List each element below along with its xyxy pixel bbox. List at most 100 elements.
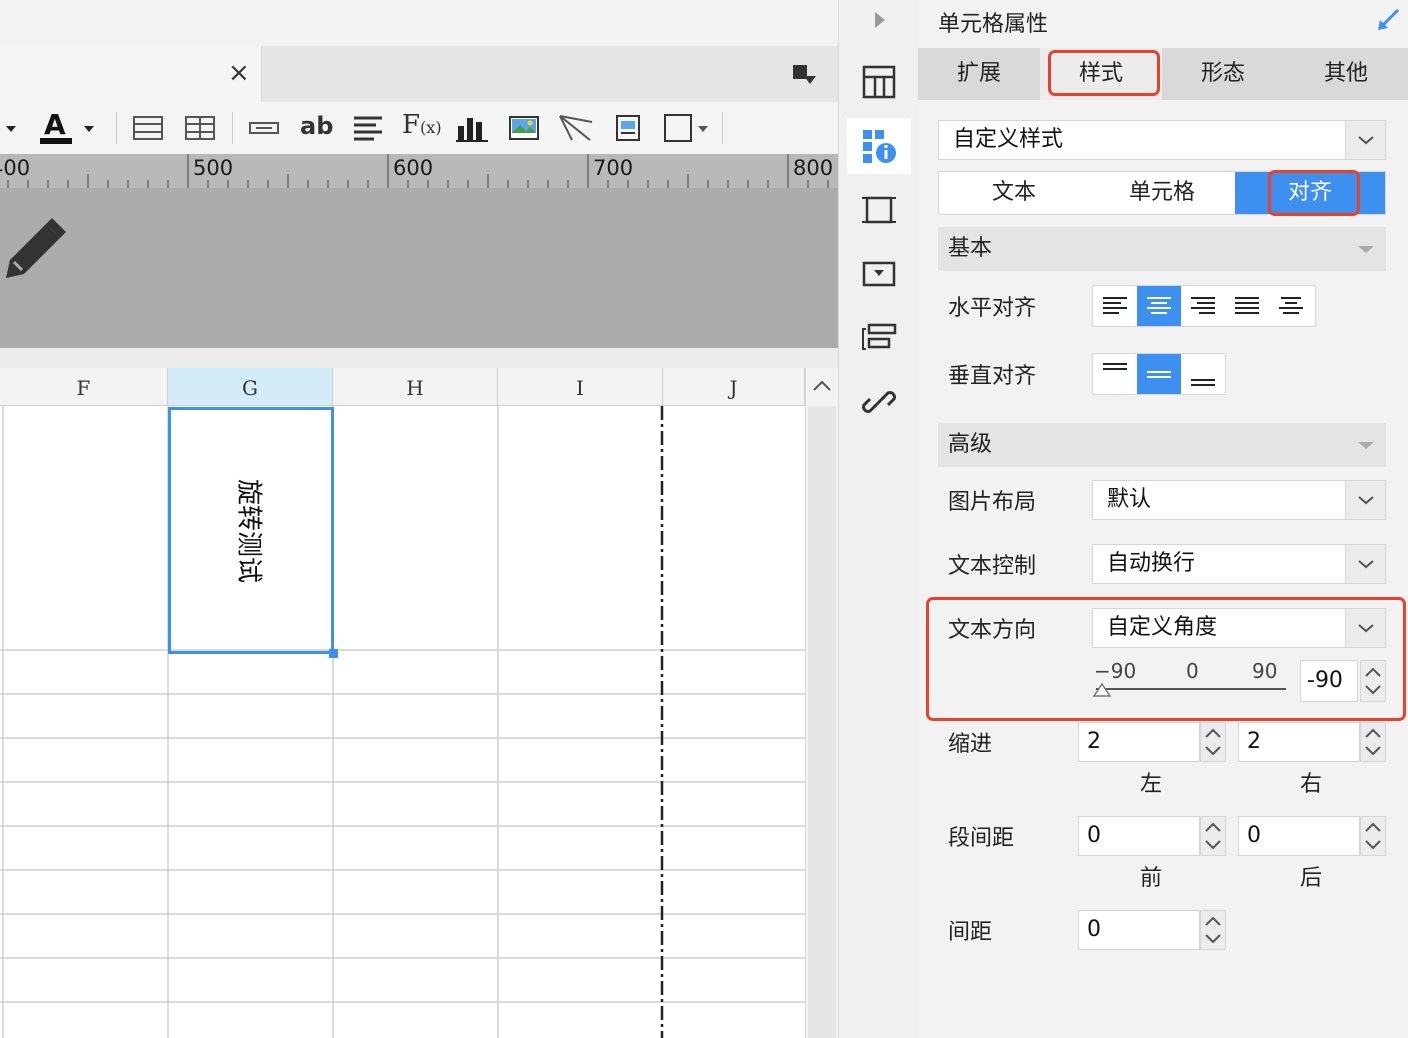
spacing-after-input[interactable]: 0: [1238, 816, 1360, 856]
section-advanced-title: 高级: [948, 432, 993, 457]
section-basic[interactable]: 基本: [938, 227, 1386, 271]
collapse-triangle-icon: [1358, 246, 1374, 253]
indent-left-value: 2: [1087, 729, 1101, 754]
close-tab-icon[interactable]: ×: [228, 58, 250, 88]
column-header-h[interactable]: H: [333, 368, 498, 406]
vertical-scrollbar[interactable]: [805, 368, 838, 1038]
tab-extend[interactable]: 扩展: [918, 48, 1040, 100]
highlight-text-direction: [926, 597, 1406, 721]
chevron-down-icon[interactable]: [1345, 545, 1385, 583]
document-tab-strip: ×: [0, 46, 838, 102]
paragraph-spacing-label: 段间距: [948, 826, 1015, 851]
canvas-area: [0, 188, 838, 348]
column-header-f[interactable]: F: [0, 368, 168, 406]
align-left-icon[interactable]: [1093, 286, 1137, 326]
column-header-j[interactable]: J: [663, 368, 805, 406]
vertical-align-label: 垂直对齐: [948, 364, 1037, 389]
dropdown-widget-icon[interactable]: [847, 246, 911, 302]
style-select[interactable]: 自定义样式: [938, 120, 1386, 160]
spacing-input[interactable]: 0: [1078, 910, 1200, 950]
text-control-select[interactable]: 自动换行: [1092, 544, 1386, 584]
text-field-icon[interactable]: [248, 116, 280, 140]
indent-label: 缩进: [948, 732, 993, 757]
image-icon[interactable]: [508, 114, 540, 142]
cell-properties-icon[interactable]: [847, 118, 911, 174]
indent-right-caption: 右: [1300, 772, 1323, 797]
spacing-before-stepper[interactable]: [1200, 816, 1226, 856]
separator: [0, 348, 838, 368]
highlight-style-tab: [1048, 50, 1160, 96]
indent-left-input[interactable]: 2: [1078, 722, 1200, 762]
align-bottom-icon[interactable]: [1181, 354, 1225, 394]
frame-icon[interactable]: [847, 182, 911, 238]
rotated-cell-text: 旋转测试: [233, 478, 264, 583]
chevron-down-icon[interactable]: [1345, 121, 1385, 159]
image-layout-label: 图片布局: [948, 490, 1037, 515]
column-header-i[interactable]: I: [498, 368, 663, 406]
highlight-align-subtab: [1268, 170, 1360, 216]
subtab-cell[interactable]: 单元格: [1089, 172, 1235, 214]
image-layout-select[interactable]: 默认: [1092, 480, 1386, 520]
tab-menu-icon[interactable]: [792, 64, 818, 86]
text-ab-icon[interactable]: ab: [300, 112, 333, 140]
indent-right-input[interactable]: 2: [1238, 722, 1360, 762]
ruler-label: 700: [593, 156, 634, 180]
formula-icon[interactable]: F(x): [402, 110, 442, 140]
indent-left-stepper[interactable]: [1200, 722, 1226, 762]
align-center-icon[interactable]: [1137, 286, 1181, 326]
sub-report-icon[interactable]: [614, 114, 642, 142]
scroll-up-icon[interactable]: [812, 378, 832, 392]
indent-left-caption: 左: [1140, 772, 1163, 797]
svg-text:A: A: [44, 108, 66, 141]
text-control-value: 自动换行: [1107, 551, 1196, 576]
side-icon-strip: [838, 0, 918, 1038]
column-header-g[interactable]: G: [168, 368, 333, 406]
subtab-text[interactable]: 文本: [939, 172, 1089, 214]
spacing-stepper[interactable]: [1200, 910, 1226, 950]
align-top-icon[interactable]: [1093, 354, 1137, 394]
spacing-before-input[interactable]: 0: [1078, 816, 1200, 856]
bar-chart-icon[interactable]: [456, 114, 488, 142]
indent-right-value: 2: [1247, 729, 1261, 754]
scroll-thumb[interactable]: [808, 406, 836, 1038]
spacing-after-caption: 后: [1300, 866, 1323, 891]
font-color-button[interactable]: A: [38, 108, 98, 150]
spreadsheet-grid[interactable]: F G H I J 旋转测试: [0, 368, 838, 1038]
fill-handle[interactable]: [329, 649, 338, 658]
column-settings-icon[interactable]: [847, 54, 911, 110]
ruler-label: 500: [193, 156, 234, 180]
border-icon[interactable]: [662, 112, 710, 144]
spacing-before-value: 0: [1087, 823, 1101, 848]
pencil-icon[interactable]: [2, 216, 68, 282]
style-select-value: 自定义样式: [953, 127, 1064, 152]
layout-icon[interactable]: [847, 310, 911, 366]
section-advanced[interactable]: 高级: [938, 423, 1386, 467]
ruler-label: 800: [793, 156, 834, 180]
chevron-down-icon[interactable]: [1345, 481, 1385, 519]
ruler-label: 400: [0, 156, 31, 180]
paragraph-icon[interactable]: [352, 114, 384, 142]
collapse-arrow-icon[interactable]: [873, 10, 887, 30]
align-distributed-icon[interactable]: [1269, 286, 1313, 326]
property-tabs: 扩展 样式 形态 其他: [918, 48, 1408, 100]
tab-form[interactable]: 形态: [1162, 48, 1284, 100]
spacing-after-stepper[interactable]: [1360, 816, 1386, 856]
text-control-label: 文本控制: [948, 554, 1037, 579]
collapse-triangle-icon: [1358, 442, 1374, 449]
hyperlink-icon[interactable]: [847, 374, 911, 430]
indent-right-stepper[interactable]: [1360, 722, 1386, 762]
pin-icon[interactable]: [1376, 8, 1400, 32]
align-right-icon[interactable]: [1181, 286, 1225, 326]
grid-lines: [0, 406, 805, 1038]
merge-cells-icon[interactable]: [132, 114, 164, 142]
align-middle-icon[interactable]: [1137, 354, 1181, 394]
split-cells-icon[interactable]: [184, 114, 216, 142]
section-basic-title: 基本: [948, 236, 993, 261]
document-tab[interactable]: ×: [0, 46, 262, 102]
diagonal-line-icon[interactable]: [558, 112, 594, 144]
tab-other[interactable]: 其他: [1284, 48, 1408, 100]
top-bar: [0, 0, 838, 46]
selected-cell[interactable]: 旋转测试: [168, 407, 334, 654]
dropdown-arrow-icon[interactable]: [4, 124, 18, 134]
align-justify-icon[interactable]: [1225, 286, 1269, 326]
